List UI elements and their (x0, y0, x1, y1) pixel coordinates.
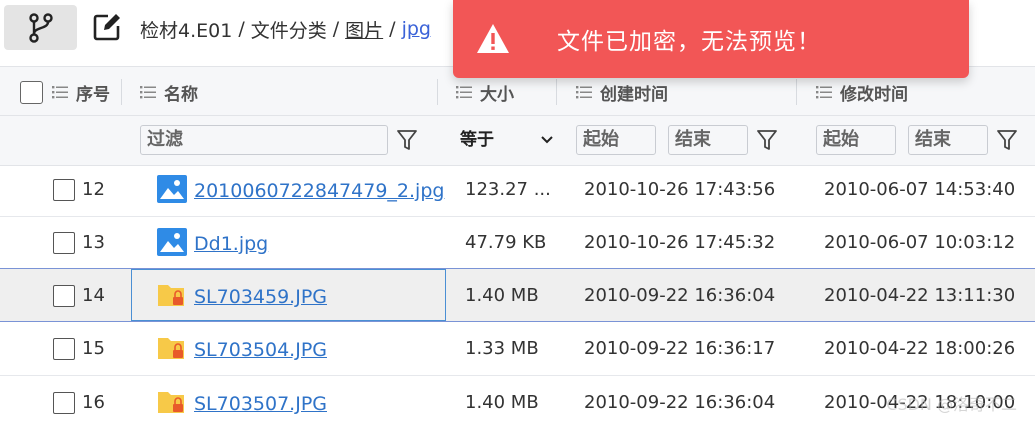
file-name-link[interactable]: SL703507.JPG (194, 376, 327, 423)
size-operator-select[interactable]: 等于 (460, 125, 558, 155)
column-label-size: 大小 (480, 84, 514, 105)
column-menu-icon (576, 86, 592, 99)
column-label-name: 名称 (164, 84, 198, 105)
row-index: 13 (82, 232, 105, 253)
breadcrumb-separator: / (389, 18, 396, 40)
breadcrumb-item-source[interactable]: 检材4.E01 (140, 16, 232, 43)
row-index: 16 (82, 392, 105, 413)
column-menu-icon (816, 86, 832, 99)
error-toast: 文件已加密，无法预览！ (453, 0, 969, 78)
encrypted-folder-icon (158, 338, 184, 359)
modified-start-input[interactable]: 起始 (816, 125, 896, 155)
breadcrumb-item-jpg[interactable]: jpg (402, 18, 431, 40)
table-row[interactable]: 15 SL703504.JPG 1.33 MB 2010-09-22 16:36… (0, 322, 1035, 376)
column-label-index: 序号 (76, 84, 110, 105)
file-name-link[interactable]: SL703459.JPG (194, 269, 327, 325)
file-name-link[interactable]: Dd1.jpg (194, 216, 268, 272)
column-divider[interactable] (556, 79, 557, 105)
row-index: 12 (82, 179, 105, 200)
file-size: 1.40 MB (465, 285, 539, 306)
toast-message: 文件已加密，无法预览！ (557, 29, 821, 55)
file-name-link[interactable]: SL703504.JPG (194, 322, 327, 378)
size-operator-value: 等于 (460, 130, 494, 150)
created-time: 2010-10-26 17:43:56 (584, 179, 776, 200)
encrypted-folder-icon (158, 285, 184, 306)
table-row[interactable]: 12 2010060722847479_2.jpg 123.27 ... 201… (0, 163, 1035, 217)
created-time: 2010-09-22 16:36:17 (584, 338, 776, 359)
created-time: 2010-10-26 17:45:32 (584, 232, 776, 253)
row-checkbox[interactable] (53, 232, 75, 254)
breadcrumb-separator: / (332, 18, 340, 40)
select-all-checkbox[interactable] (20, 81, 43, 104)
branch-icon (28, 12, 53, 43)
row-index: 15 (82, 338, 105, 359)
watermark: CSDN @洛奇不二 (886, 395, 1017, 414)
name-filter-input[interactable]: 过滤 (140, 125, 388, 155)
branch-button[interactable] (4, 5, 77, 50)
breadcrumb-item-images[interactable]: 图片 (345, 16, 383, 43)
filter-icon[interactable] (756, 128, 778, 152)
modified-end-input[interactable]: 结束 (908, 125, 988, 155)
file-size: 123.27 ... (465, 179, 551, 200)
column-menu-icon (456, 86, 472, 99)
breadcrumb: 检材4.E01 / 文件分类 / 图片 / jpg (140, 15, 431, 43)
column-divider[interactable] (437, 79, 438, 105)
file-name-link[interactable]: 2010060722847479_2.jpg (194, 163, 444, 219)
table-row[interactable]: 16 SL703507.JPG 1.40 MB 2010-09-22 16:36… (0, 376, 1035, 423)
modified-time: 2010-06-07 10:03:12 (824, 232, 1016, 253)
image-file-icon (157, 228, 187, 256)
file-size: 1.40 MB (465, 392, 539, 413)
column-divider[interactable] (121, 79, 122, 105)
image-file-icon (157, 175, 187, 203)
breadcrumb-separator: / (238, 18, 245, 40)
column-menu-icon (52, 86, 68, 99)
edit-icon[interactable] (92, 12, 122, 42)
warning-icon (477, 24, 509, 53)
file-size: 47.79 KB (465, 232, 547, 253)
created-time: 2010-09-22 16:36:04 (584, 285, 776, 306)
filter-icon[interactable] (996, 128, 1018, 152)
row-checkbox[interactable] (53, 392, 75, 414)
row-checkbox[interactable] (53, 338, 75, 360)
column-header-name[interactable]: 名称 (140, 67, 198, 117)
row-index: 14 (82, 285, 105, 306)
column-header-index[interactable]: 序号 (52, 67, 110, 117)
row-checkbox[interactable] (53, 285, 75, 307)
row-checkbox[interactable] (53, 179, 75, 201)
created-time: 2010-09-22 16:36:04 (584, 392, 776, 413)
column-divider[interactable] (796, 79, 797, 105)
file-size: 1.33 MB (465, 338, 539, 359)
column-menu-icon (140, 86, 156, 99)
modified-time: 2010-04-22 13:11:30 (824, 285, 1016, 306)
created-end-input[interactable]: 结束 (668, 125, 748, 155)
column-label-modified: 修改时间 (840, 84, 908, 105)
encrypted-folder-icon (158, 392, 184, 413)
chevron-down-icon (541, 136, 553, 144)
column-label-created: 创建时间 (600, 84, 668, 105)
modified-time: 2010-06-07 14:53:40 (824, 179, 1016, 200)
filter-row: 过滤 等于 起始 结束 起始 结束 (0, 116, 1035, 166)
filter-icon[interactable] (396, 128, 418, 152)
table-row-selected[interactable]: 14 SL703459.JPG 1.40 MB 2010-09-22 16:36… (0, 268, 1035, 322)
table-row[interactable]: 13 Dd1.jpg 47.79 KB 2010-10-26 17:45:32 … (0, 216, 1035, 270)
created-start-input[interactable]: 起始 (576, 125, 656, 155)
breadcrumb-item-category[interactable]: 文件分类 (251, 16, 327, 43)
modified-time: 2010-04-22 18:00:26 (824, 338, 1016, 359)
